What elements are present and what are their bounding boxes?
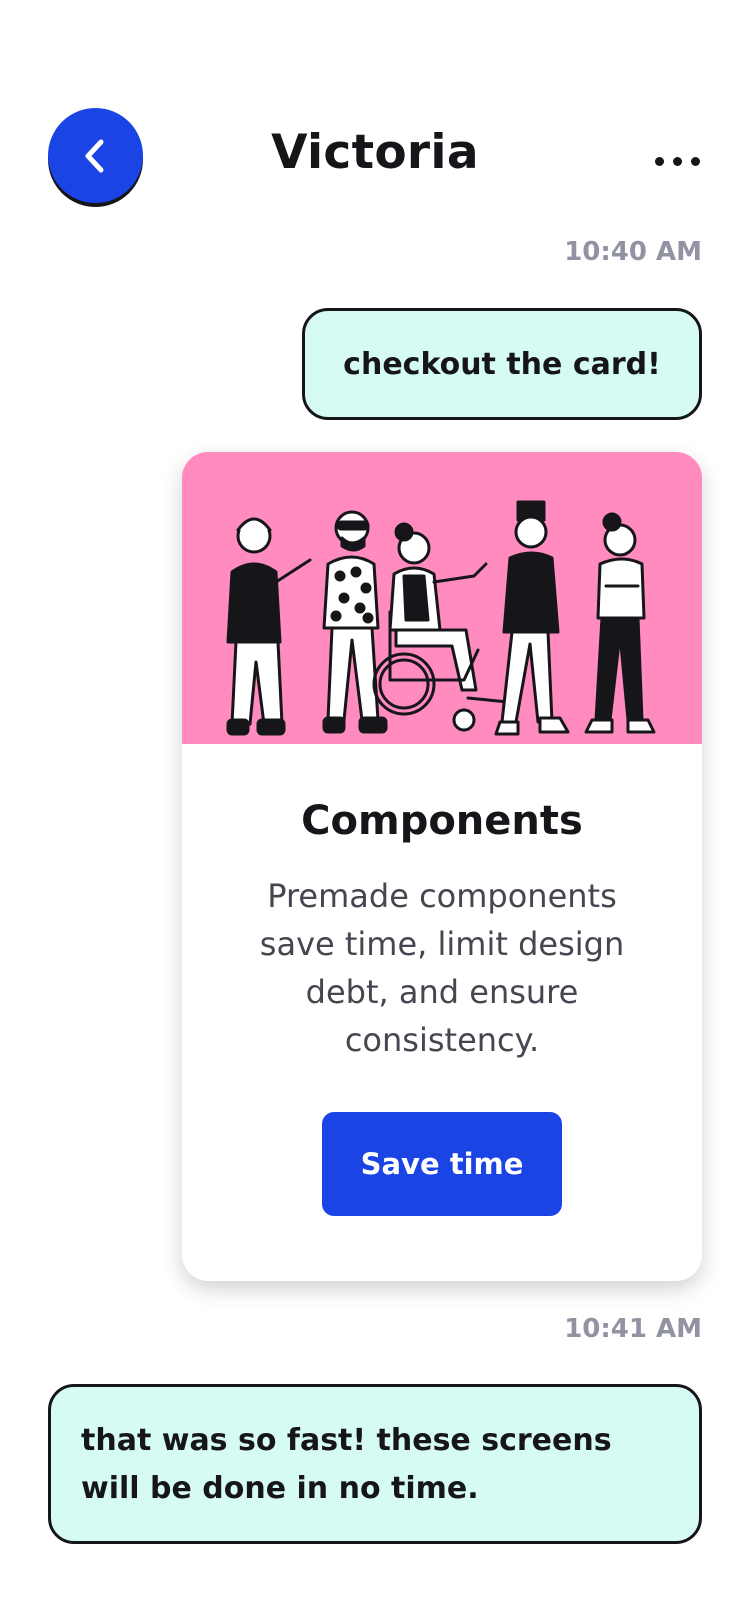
outgoing-message-bubble: checkout the card! <box>302 308 702 420</box>
more-dot <box>691 156 700 166</box>
more-dot <box>673 156 682 166</box>
message-timestamp: 10:41 AM <box>564 1314 702 1344</box>
save-time-button[interactable]: Save time <box>322 1112 562 1216</box>
more-horizontal-icon <box>655 156 664 166</box>
conversation-title: Victoria <box>271 125 479 180</box>
message-timestamp: 10:40 AM <box>564 237 702 267</box>
card-description: Premade components save time, limit desi… <box>259 877 625 1059</box>
more-options-button[interactable] <box>655 150 700 172</box>
shared-card: Components Premade components save time,… <box>182 452 702 1281</box>
people-group-illustration <box>182 452 702 744</box>
incoming-message-bubble: that was so fast! these screens will be … <box>48 1384 702 1544</box>
chat-screen: Victoria 10:40 AM checkout the card! Com… <box>0 0 750 1624</box>
card-title: Components <box>301 798 583 844</box>
